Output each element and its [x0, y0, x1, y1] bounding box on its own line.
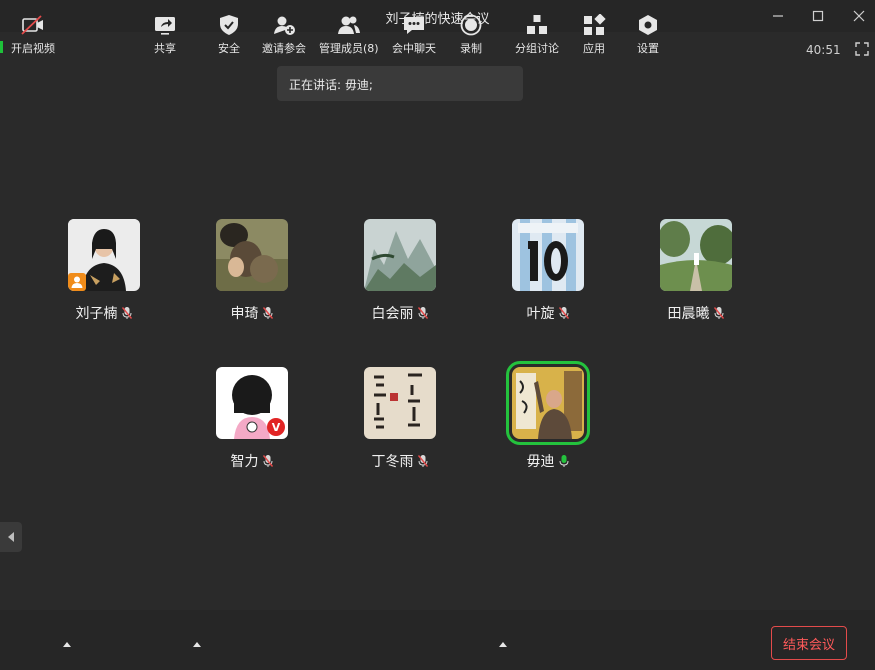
participant-name: 智力 [230, 454, 259, 470]
participant-name-row: 申琦 [182, 303, 322, 323]
apps-icon [584, 14, 606, 35]
network-signal-indicator [0, 41, 3, 53]
maximize-icon [812, 10, 824, 22]
add-user-icon [274, 16, 295, 35]
gear-icon [639, 15, 657, 35]
bottom-toolbar [0, 610, 875, 670]
participant-tile-active-speaker[interactable]: 毋迪 [478, 361, 618, 477]
speaking-indicator: 正在讲话: 毋迪; [277, 66, 523, 101]
garden-photo-icon [660, 219, 732, 291]
participant-name-row: 智力 [182, 451, 322, 471]
mic-active-icon [559, 455, 568, 467]
mountain-photo-icon [364, 219, 436, 291]
security-label: 安全 [218, 42, 240, 55]
breakout-rooms-button[interactable]: 分组讨论 [515, 14, 559, 58]
settings-label: 设置 [637, 42, 659, 55]
share-options-caret-icon[interactable] [192, 640, 202, 648]
mic-muted-icon [262, 455, 273, 467]
record-label: 录制 [460, 42, 482, 55]
video-off-icon [21, 15, 43, 35]
close-icon [853, 10, 865, 22]
avatar [216, 219, 288, 291]
security-button[interactable]: 安全 [217, 14, 241, 58]
avatar [506, 361, 590, 445]
participant-name-row: 叶旋 [478, 303, 618, 323]
members-icon [337, 16, 360, 34]
invite-label: 邀请参会 [262, 42, 306, 55]
avatar [660, 219, 732, 291]
shield-icon [220, 15, 238, 35]
maximize-button[interactable] [807, 6, 829, 26]
avatar [68, 219, 140, 291]
participant-name-row: 白会丽 [330, 303, 470, 323]
start-video-label: 开启视频 [11, 42, 55, 55]
participant-name: 叶旋 [526, 306, 555, 322]
participant-tile[interactable]: V 智力 [182, 367, 322, 477]
breakout-icon [527, 15, 547, 34]
share-button[interactable]: 共享 [153, 14, 177, 58]
breakout-label: 分组讨论 [515, 42, 559, 55]
start-video-button[interactable]: 开启视频 [11, 14, 55, 58]
title-bar: 刘子楠的快速会议 [0, 0, 875, 32]
participant-name-row: 田晨曦 [626, 303, 766, 323]
participant-tile[interactable]: 田晨曦 [626, 219, 766, 329]
apps-button[interactable]: 应用 [582, 14, 606, 58]
settings-button[interactable]: 设置 [636, 14, 660, 58]
man-photo-icon [512, 367, 584, 439]
apps-label: 应用 [583, 42, 605, 55]
chat-button[interactable]: 会中聊天 [392, 14, 436, 58]
manage-members-label: 管理成员(8) [319, 42, 379, 55]
host-badge [68, 273, 86, 291]
record-button[interactable]: 录制 [459, 14, 483, 58]
participant-name: 申琦 [230, 306, 259, 322]
participant-tile[interactable]: 申琦 [182, 219, 322, 329]
share-label: 共享 [154, 42, 176, 55]
participant-name-row: 丁冬雨 [330, 451, 470, 471]
avatar [364, 219, 436, 291]
side-panel-toggle[interactable] [0, 522, 22, 552]
mic-muted-icon [713, 307, 724, 319]
avatar: V [216, 367, 288, 439]
minimize-icon [773, 15, 783, 17]
participant-tile[interactable]: 叶旋 [478, 219, 618, 329]
mic-muted-icon [262, 307, 273, 319]
close-button[interactable] [848, 6, 870, 26]
participant-name: 毋迪 [526, 454, 555, 470]
v-badge: V [267, 418, 285, 436]
end-meeting-button[interactable]: 结束会议 [771, 626, 847, 660]
chat-label: 会中聊天 [392, 42, 436, 55]
record-options-caret-icon[interactable] [498, 640, 508, 648]
child-photo-icon [216, 219, 288, 291]
minimize-button[interactable] [767, 6, 789, 26]
calligraphy-photo-icon [364, 367, 436, 439]
host-icon [71, 276, 83, 288]
jersey-photo-icon [512, 219, 584, 291]
participant-name: 刘子楠 [75, 306, 118, 322]
participant-tile[interactable]: 刘子楠 [34, 219, 174, 329]
chat-icon [404, 17, 424, 34]
mic-muted-icon [558, 307, 569, 319]
record-icon [460, 14, 482, 36]
mic-muted-icon [417, 307, 428, 319]
manage-members-button[interactable]: 管理成员(8) [319, 14, 379, 58]
avatar [364, 367, 436, 439]
participant-tile[interactable]: 丁冬雨 [330, 367, 470, 477]
participant-name: 丁冬雨 [371, 454, 414, 470]
mic-muted-icon [417, 455, 428, 467]
participant-name-row: 毋迪 [478, 451, 618, 471]
participant-name: 田晨曦 [667, 306, 710, 322]
participant-tile[interactable]: 白会丽 [330, 219, 470, 329]
window-title: 刘子楠的快速会议 [385, 12, 490, 27]
invite-button[interactable]: 邀请参会 [262, 14, 306, 58]
fullscreen-icon[interactable] [855, 42, 869, 56]
meeting-timer: 40:51 [806, 43, 841, 57]
participant-name: 白会丽 [371, 306, 414, 322]
participant-name-row: 刘子楠 [34, 303, 174, 323]
share-screen-icon [155, 17, 175, 35]
video-options-caret-icon[interactable] [62, 640, 72, 648]
chevron-left-icon [8, 532, 14, 542]
mic-muted-icon [121, 307, 132, 319]
avatar [512, 219, 584, 291]
